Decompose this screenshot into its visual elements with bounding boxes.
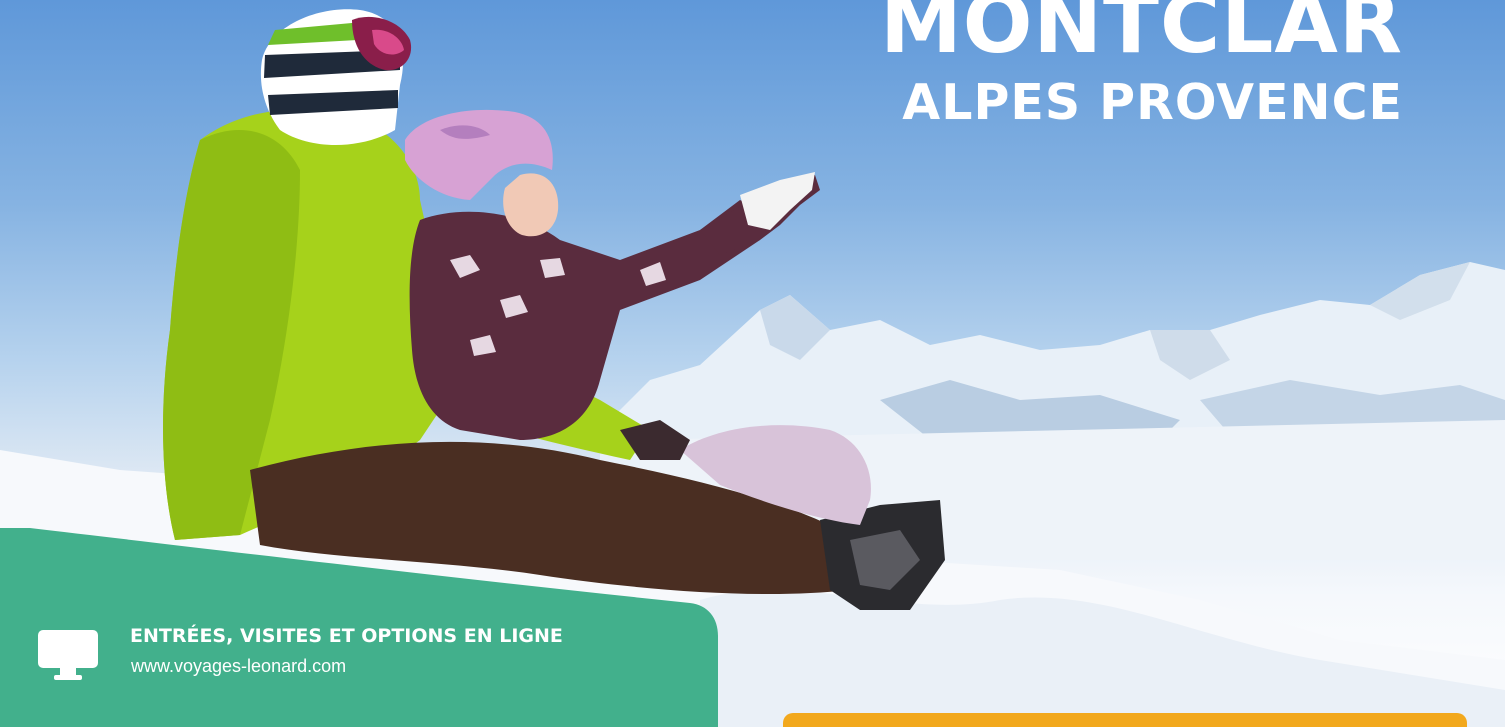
page-subtitle: ALPES PROVENCE <box>902 74 1403 131</box>
page-title: MONTCLAR <box>880 0 1403 72</box>
brochure-page: MONTCLAR ALPES PROVENCE ENTRÉES, VISITES… <box>0 0 1505 727</box>
website-link[interactable]: www.voyages-leonard.com <box>131 656 346 677</box>
info-title: ENTRÉES, VISITES ET OPTIONS EN LIGNE <box>130 625 563 647</box>
accent-bar <box>783 713 1467 727</box>
title-block: MONTCLAR ALPES PROVENCE <box>880 0 1403 127</box>
monitor-icon <box>36 628 100 682</box>
face <box>503 173 559 237</box>
